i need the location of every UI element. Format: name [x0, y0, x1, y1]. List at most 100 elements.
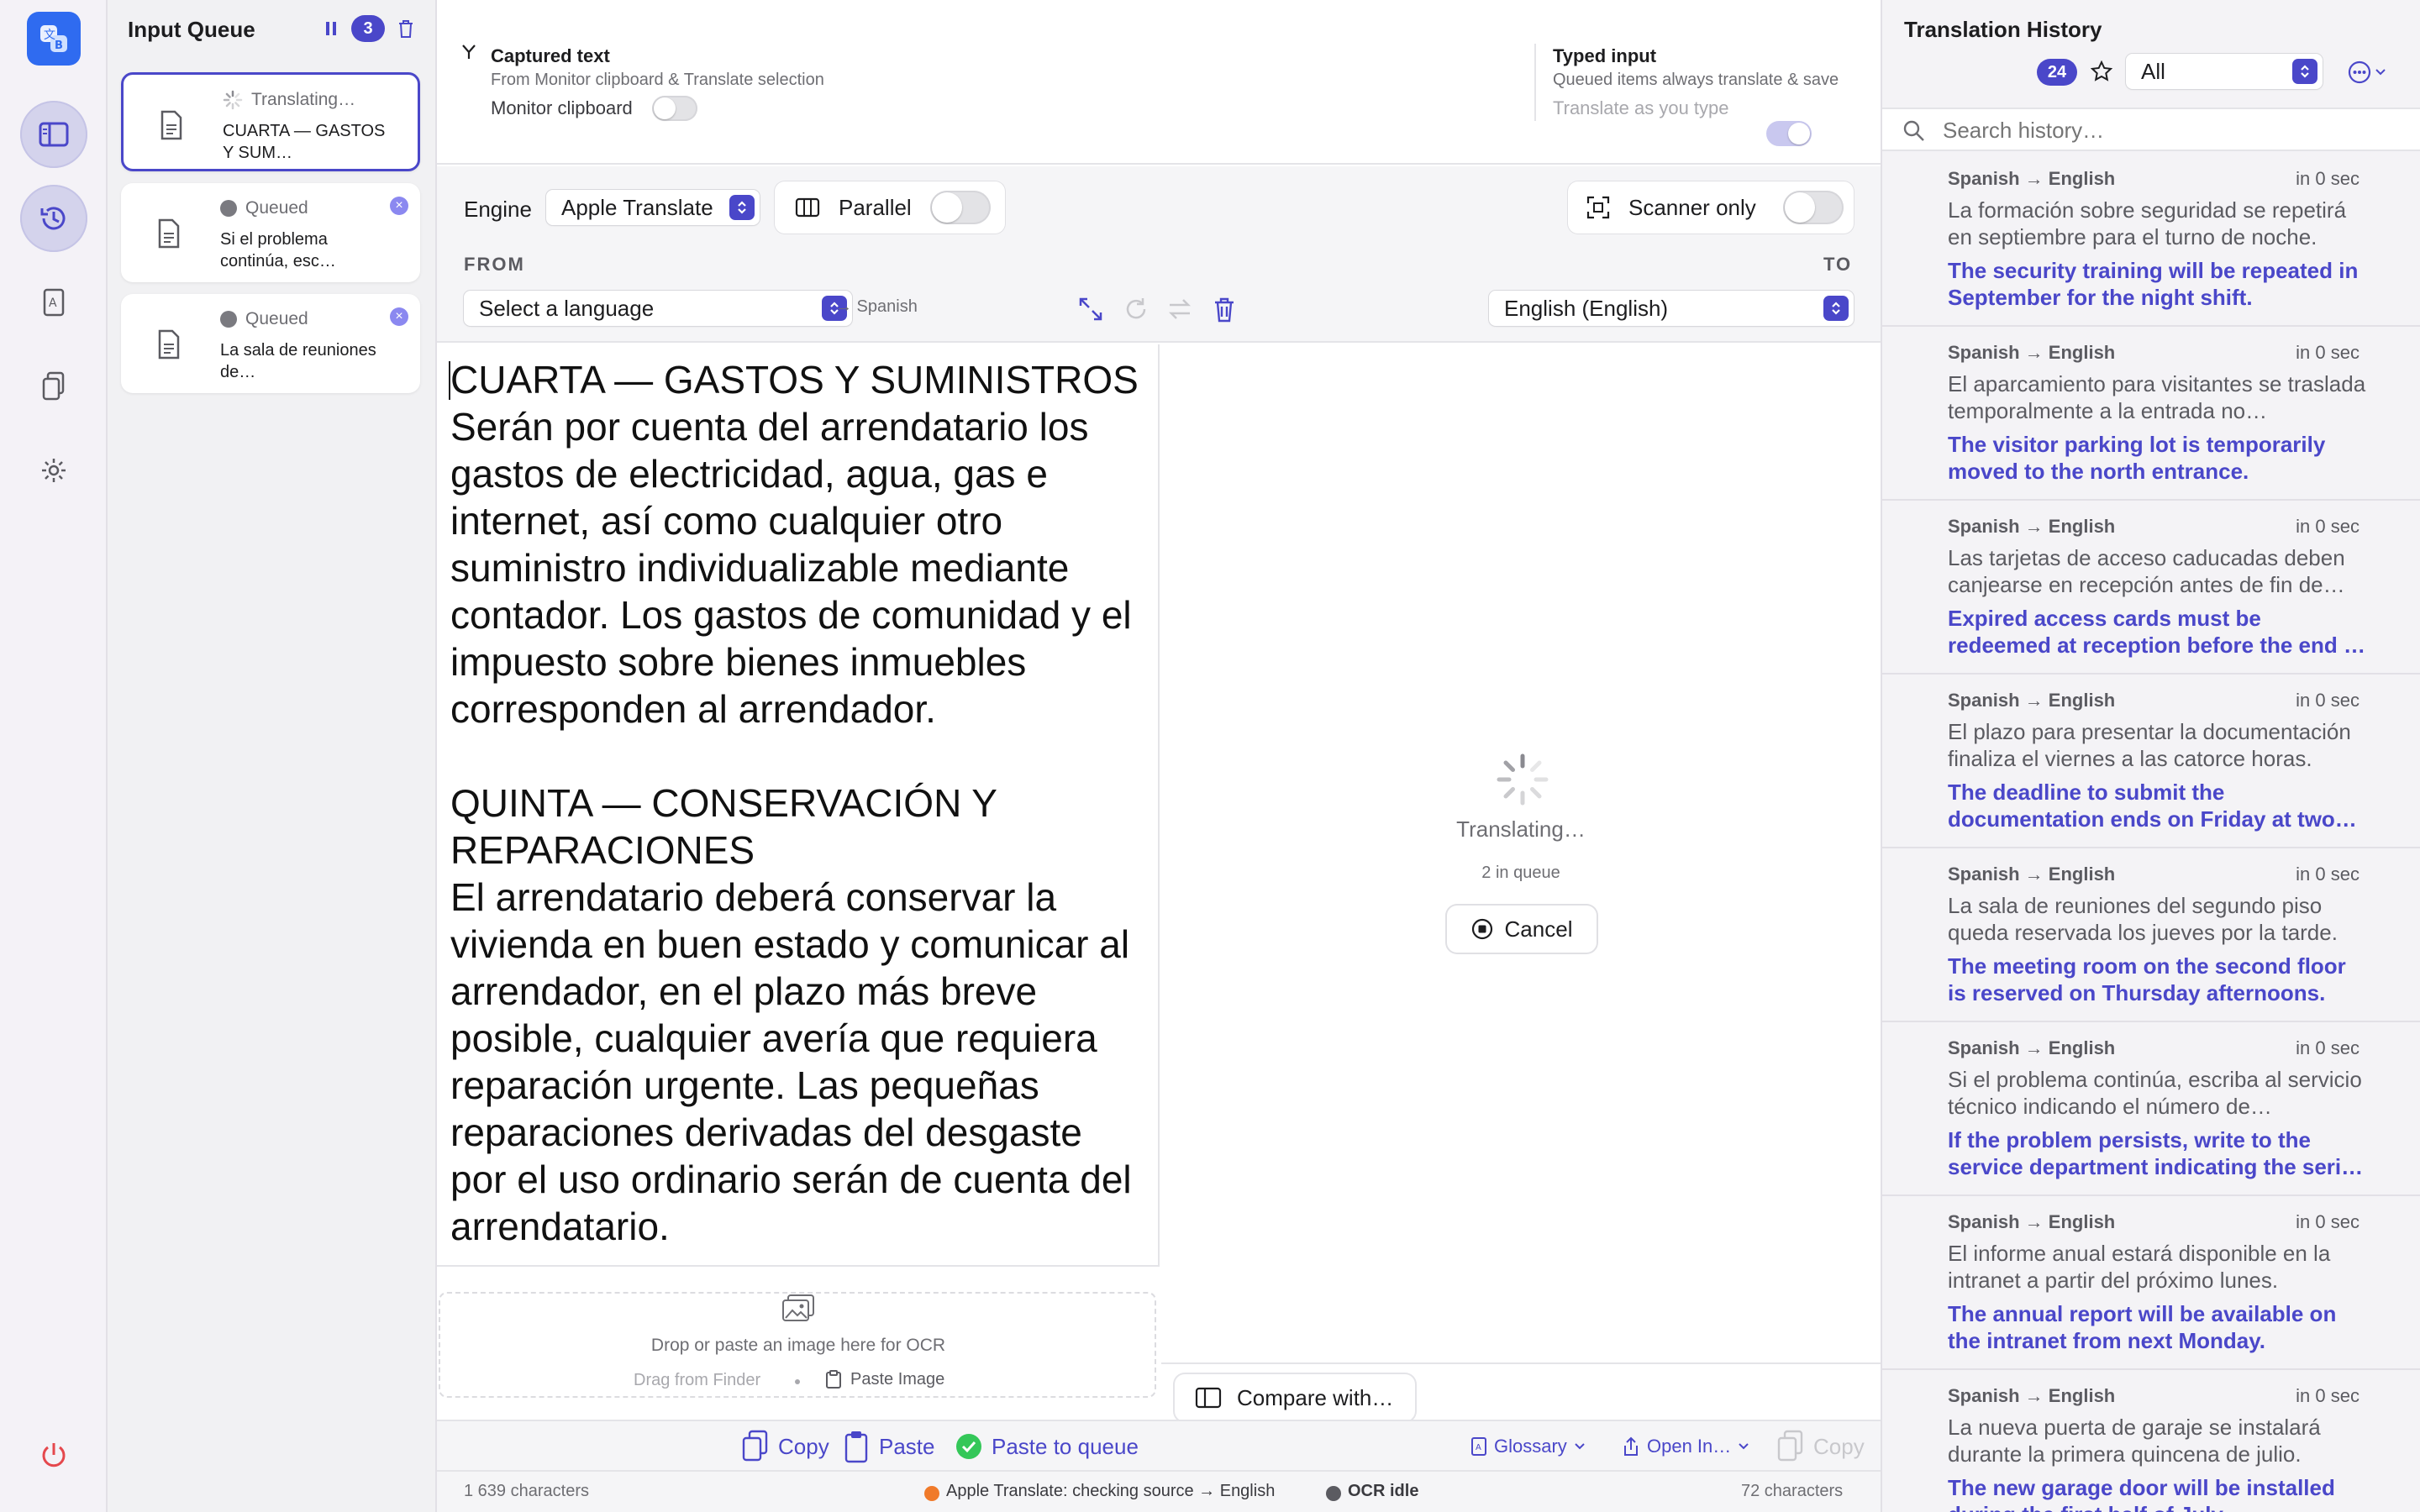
- history-item[interactable]: Spanish → English in 0 sec El aparcamien…: [1882, 327, 2420, 501]
- history-item-time: in 0 sec: [2296, 1385, 2360, 1406]
- source-char-count: 1 639 characters: [464, 1482, 589, 1500]
- app-logo-icon: 文B: [27, 12, 81, 66]
- copy-button[interactable]: Copy: [741, 1430, 829, 1463]
- queue-item-status: Queued: [220, 198, 308, 218]
- history-item-pair: Spanish → English: [1948, 1037, 2116, 1058]
- history-list: Spanish → English in 0 sec La formación …: [1882, 153, 2420, 1512]
- history-item-translation: The deadline to submit the documentation…: [1948, 780, 2357, 832]
- history-title: Translation History: [1904, 17, 2102, 42]
- drag-from-finder-label: Drag from Finder: [634, 1371, 761, 1389]
- history-item-translation: The visitor parking lot is temporarily m…: [1948, 432, 2326, 484]
- divider: [1534, 44, 1536, 121]
- history-item-time: in 0 sec: [2296, 516, 2360, 537]
- history-item-source: El informe anual estará disponible en la…: [1948, 1241, 2331, 1293]
- history-item-time: in 0 sec: [2296, 1211, 2360, 1232]
- dictionary-icon[interactable]: A: [20, 269, 87, 336]
- parallel-control: Parallel: [775, 181, 1005, 234]
- settings-gear-icon[interactable]: [20, 437, 87, 504]
- copy-translation-button[interactable]: Copy: [1776, 1430, 1865, 1463]
- parallel-toggle[interactable]: [929, 191, 991, 224]
- history-item[interactable]: Spanish → English in 0 sec El plazo para…: [1882, 675, 2420, 848]
- clear-queue-trash-icon[interactable]: [397, 18, 415, 39]
- expand-icon[interactable]: [1077, 296, 1104, 323]
- history-count-badge: 24: [2037, 59, 2077, 86]
- paste-to-queue-button[interactable]: Paste to queue: [955, 1430, 1139, 1463]
- svg-text:A: A: [49, 297, 57, 310]
- paste-image-button[interactable]: Paste Image: [825, 1369, 944, 1389]
- history-search-bar: [1882, 108, 2420, 151]
- queue-item[interactable]: Queued × La sala de reuniones de…: [121, 294, 420, 393]
- history-item-time: in 0 sec: [2296, 342, 2360, 363]
- input-queue-panel: Input Queue 3 Translating… CUARTA — GAST…: [108, 0, 437, 1512]
- remove-item-close-icon[interactable]: ×: [390, 307, 408, 326]
- open-in-menu[interactable]: Open In…: [1622, 1430, 1749, 1463]
- svg-text:A: A: [1476, 1443, 1481, 1452]
- paste-button[interactable]: Paste: [844, 1430, 935, 1463]
- scanner-only-toggle[interactable]: [1782, 191, 1844, 224]
- source-text-area[interactable]: CUARTA — GASTOS Y SUMINISTROS Serán por …: [450, 356, 1148, 1250]
- compare-with-button[interactable]: Compare with…: [1175, 1374, 1415, 1421]
- history-search-input[interactable]: [1943, 114, 2396, 146]
- target-char-count: 72 characters: [1741, 1482, 1844, 1500]
- history-filter-select[interactable]: All: [2126, 54, 2323, 89]
- documents-icon[interactable]: [20, 353, 87, 420]
- glossary-menu[interactable]: A Glossary: [1470, 1430, 1586, 1463]
- stepper-chevron-icon: [1823, 296, 1849, 321]
- history-item[interactable]: Spanish → English in 0 sec El informe an…: [1882, 1196, 2420, 1370]
- target-language-select[interactable]: English (English): [1489, 291, 1854, 326]
- engine-status: Apple Translate: checking source → Engli…: [946, 1482, 1276, 1500]
- history-item[interactable]: Spanish → English in 0 sec La nueva puer…: [1882, 1370, 2420, 1512]
- monitor-clipboard-toggle[interactable]: [652, 96, 697, 121]
- history-item-translation: If the problem persists, write to the se…: [1948, 1127, 2364, 1179]
- translation-controls: Engine Apple Translate Parallel Scanner …: [437, 166, 1881, 343]
- history-item-pair: Spanish → English: [1948, 690, 2116, 711]
- translate-view-icon[interactable]: [20, 101, 87, 168]
- more-options-icon[interactable]: [2348, 60, 2386, 84]
- ocr-hint: Drop or paste an image here for OCR: [650, 1336, 946, 1355]
- history-item-translation: The new garage door will be installed du…: [1948, 1475, 2335, 1512]
- remove-item-close-icon[interactable]: ×: [390, 197, 408, 215]
- chevron-down-icon: [2375, 69, 2386, 76]
- queue-item[interactable]: Queued × Si el problema continúa, esc…: [121, 183, 420, 282]
- history-item-time: in 0 sec: [2296, 864, 2360, 885]
- document-icon: [159, 110, 184, 140]
- swap-languages-icon[interactable]: [1166, 296, 1193, 323]
- history-icon[interactable]: [20, 185, 87, 252]
- history-item-translation: The meeting room on the second floor is …: [1948, 953, 2346, 1005]
- favorites-star-icon[interactable]: [2091, 60, 2112, 82]
- history-item-translation: The security training will be repeated i…: [1948, 258, 2359, 310]
- history-item[interactable]: Spanish → English in 0 sec Si el problem…: [1882, 1022, 2420, 1196]
- pause-queue-button[interactable]: [324, 20, 338, 37]
- translating-status: Translating…: [1456, 816, 1586, 842]
- search-icon: [1902, 119, 1926, 143]
- history-item[interactable]: Spanish → English in 0 sec La formación …: [1882, 153, 2420, 327]
- scanner-only-control: Scanner only: [1568, 181, 1854, 234]
- history-item-source: El plazo para presentar la documentación…: [1948, 719, 2351, 771]
- share-icon: [1624, 1436, 1638, 1456]
- translate-as-you-type-label: Translate as you type: [1553, 97, 1729, 118]
- engine-select[interactable]: Apple Translate: [546, 190, 760, 225]
- chevron-down-icon: [1739, 1443, 1749, 1450]
- translate-as-you-type-toggle[interactable]: [1766, 121, 1812, 146]
- from-label: FROM: [464, 254, 525, 275]
- clear-text-trash-icon[interactable]: [1212, 296, 1237, 323]
- monitor-clipboard-label: Monitor clipboard: [491, 97, 633, 118]
- ocr-drop-zone[interactable]: Drop or paste an image here for OCR Drag…: [437, 1265, 1160, 1420]
- ocr-status-dot: [1326, 1486, 1341, 1501]
- history-item-source: La nueva puerta de garaje se instalará d…: [1948, 1415, 2321, 1467]
- retranslate-icon[interactable]: [1123, 296, 1150, 323]
- source-text-panel: CUARTA — GASTOS Y SUMINISTROS Serán por …: [437, 344, 1160, 1265]
- copy-icon: [742, 1430, 768, 1462]
- to-label: TO: [1823, 254, 1853, 275]
- queue-item[interactable]: Translating… CUARTA — GASTOS Y SUM…: [121, 72, 420, 171]
- captured-text-title: Captured text: [491, 45, 610, 66]
- history-item-source: La formación sobre seguridad se repetirá…: [1948, 197, 2347, 249]
- history-item[interactable]: Spanish → English in 0 sec La sala de re…: [1882, 848, 2420, 1022]
- cancel-button[interactable]: Cancel: [1447, 906, 1597, 953]
- parallel-label: Parallel: [839, 194, 912, 220]
- power-icon[interactable]: [37, 1438, 71, 1472]
- spinner-icon: [223, 90, 243, 110]
- history-item[interactable]: Spanish → English in 0 sec Las tarjetas …: [1882, 501, 2420, 675]
- queue-item-snippet: Si el problema continúa, esc…: [220, 230, 336, 270]
- source-language-select[interactable]: Select a language: [464, 291, 852, 326]
